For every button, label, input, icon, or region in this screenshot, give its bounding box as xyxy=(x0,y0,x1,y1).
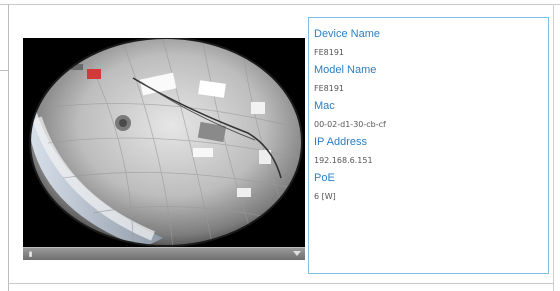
ip-address-value: 192.168.6.151 xyxy=(314,156,373,165)
poe-value: 6 [W] xyxy=(314,192,336,201)
play-icon[interactable]: ▮ xyxy=(26,250,35,259)
video-player-bar: ▮ xyxy=(23,247,305,260)
device-info-panel: Device Name FE8191 Model Name FE8191 Mac… xyxy=(308,17,549,274)
poe-label: PoE xyxy=(314,172,335,184)
fisheye-video-view[interactable] xyxy=(23,38,305,260)
page-frame-left xyxy=(8,4,9,291)
page-frame-top xyxy=(0,4,560,5)
tab-edge xyxy=(0,70,8,71)
device-name-value: FE8191 xyxy=(314,48,345,57)
mac-value: 00-02-d1-30-cb-cf xyxy=(314,120,386,129)
mac-label: Mac xyxy=(314,100,335,112)
ip-address-label: IP Address xyxy=(314,136,367,148)
chevron-down-icon[interactable] xyxy=(293,251,301,256)
page-frame-bottom xyxy=(8,283,554,284)
page-frame-right xyxy=(553,4,554,291)
model-name-label: Model Name xyxy=(314,64,377,76)
model-name-value: FE8191 xyxy=(314,84,345,93)
device-name-label: Device Name xyxy=(314,28,381,40)
fisheye-image xyxy=(23,38,305,260)
